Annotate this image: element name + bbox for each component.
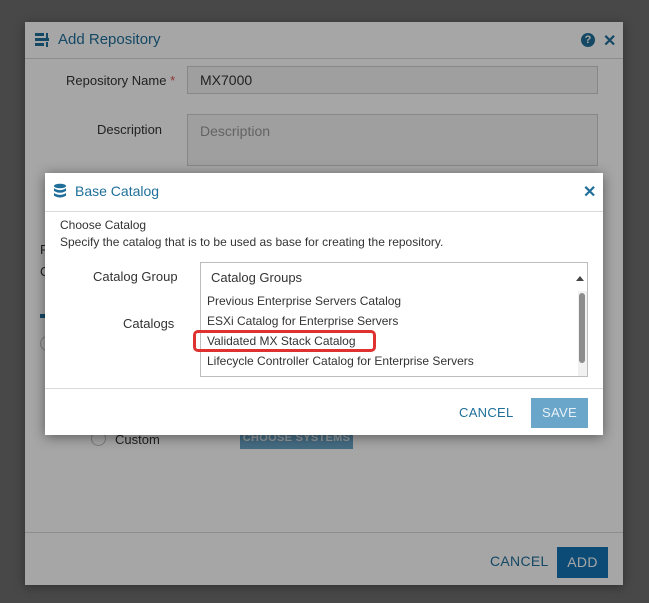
base-catalog-header: Base Catalog ✕ [45,173,603,212]
catalog-group-select[interactable]: Catalog Groups [200,262,588,292]
save-button[interactable]: SAVE [531,398,588,428]
catalog-group-label: Catalog Group [93,269,178,284]
scrollbar-thumb[interactable] [579,293,585,363]
choose-catalog-heading: Choose Catalog [60,218,147,232]
catalog-group-value: Catalog Groups [211,270,303,285]
cancel-button[interactable]: CANCEL [459,405,514,420]
database-icon [54,183,66,198]
catalogs-label: Catalogs [123,316,175,331]
base-catalog-dialog: Base Catalog ✕ Choose Catalog Specify th… [45,173,603,435]
list-item[interactable]: ESXi Catalog for Enterprise Servers [207,314,398,328]
choose-catalog-description: Specify the catalog that is to be used a… [60,235,444,249]
list-item[interactable]: Previous Enterprise Servers Catalog [207,294,401,308]
base-catalog-title: Base Catalog [75,183,160,199]
highlight-annotation [193,330,376,352]
close-icon[interactable]: ✕ [583,182,596,202]
caret-up-icon [576,276,584,281]
list-item[interactable]: Lifecycle Controller Catalog for Enterpr… [207,354,474,368]
base-catalog-footer: CANCEL SAVE [45,388,603,436]
